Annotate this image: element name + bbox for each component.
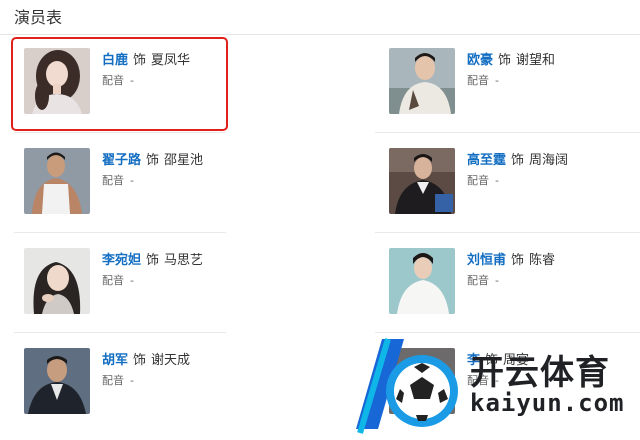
actor-photo[interactable] bbox=[24, 248, 90, 314]
cast-name-line: 欧豪饰谢望和 bbox=[467, 49, 555, 68]
title-divider bbox=[0, 34, 640, 35]
voice-line: 配音 - bbox=[467, 172, 499, 188]
voice-line: 配音 - bbox=[467, 72, 499, 88]
actor-name-link[interactable]: 高至霆 bbox=[467, 153, 506, 168]
role-name: 谢望和 bbox=[516, 53, 556, 68]
role-name: 陈睿 bbox=[529, 253, 556, 268]
actor-photo[interactable] bbox=[389, 248, 455, 314]
cast-name-line: 高至霆饰周海阔 bbox=[467, 149, 568, 168]
actor-photo[interactable] bbox=[24, 148, 90, 214]
actor-photo[interactable] bbox=[389, 148, 455, 214]
as-connector: 饰 bbox=[511, 153, 525, 168]
voice-label: 配音 bbox=[102, 174, 124, 187]
voice-label: 配音 bbox=[102, 374, 124, 387]
as-connector: 饰 bbox=[146, 153, 160, 168]
cast-card[interactable]: 李宛妲饰马思艺 配音 - bbox=[24, 248, 324, 334]
voice-value: - bbox=[130, 374, 134, 387]
watermark: 开云体育 kaiyun.com bbox=[352, 333, 640, 436]
voice-line: 配音 - bbox=[102, 372, 134, 388]
voice-value: - bbox=[495, 74, 499, 87]
cast-card[interactable]: 刘恒甫饰陈睿 配音 - bbox=[389, 248, 640, 334]
actor-name-link[interactable]: 欧豪 bbox=[467, 53, 493, 68]
actor-photo[interactable] bbox=[389, 48, 455, 114]
as-connector: 饰 bbox=[511, 253, 525, 268]
voice-line: 配音 - bbox=[102, 272, 134, 288]
role-name: 周海阔 bbox=[529, 153, 569, 168]
voice-value: - bbox=[130, 174, 134, 187]
voice-value: - bbox=[495, 274, 499, 287]
watermark-url-text: kaiyun.com bbox=[470, 389, 625, 417]
actor-name-link[interactable]: 胡军 bbox=[102, 353, 128, 368]
voice-value: - bbox=[495, 174, 499, 187]
voice-value: - bbox=[130, 274, 134, 287]
cast-name-line: 刘恒甫饰陈睿 bbox=[467, 249, 555, 268]
cast-card[interactable]: 胡军饰谢天成 配音 - bbox=[24, 348, 324, 434]
voice-line: 配音 - bbox=[102, 172, 134, 188]
as-connector: 饰 bbox=[133, 353, 147, 368]
cast-card[interactable]: 翟子路饰邵星池 配音 - bbox=[24, 148, 324, 234]
role-name: 马思艺 bbox=[164, 253, 204, 268]
voice-line: 配音 - bbox=[467, 272, 499, 288]
as-connector: 饰 bbox=[498, 53, 512, 68]
actor-name-link[interactable]: 刘恒甫 bbox=[467, 253, 506, 268]
as-connector: 饰 bbox=[146, 253, 160, 268]
actor-name-link[interactable]: 翟子路 bbox=[102, 153, 141, 168]
actor-name-link[interactable]: 李宛妲 bbox=[102, 253, 141, 268]
page-title: 演员表 bbox=[14, 8, 63, 27]
cast-name-line: 翟子路饰邵星池 bbox=[102, 149, 203, 168]
voice-label: 配音 bbox=[467, 74, 489, 87]
soccer-ball-logo-icon bbox=[352, 333, 464, 436]
voice-label: 配音 bbox=[467, 174, 489, 187]
role-name: 谢天成 bbox=[151, 353, 191, 368]
watermark-brand-text: 开云体育 bbox=[470, 353, 610, 393]
role-name: 邵星池 bbox=[164, 153, 204, 168]
selection-highlight bbox=[11, 37, 228, 131]
voice-label: 配音 bbox=[467, 274, 489, 287]
cast-card[interactable]: 欧豪饰谢望和 配音 - bbox=[389, 48, 640, 134]
cast-name-line: 胡军饰谢天成 bbox=[102, 349, 190, 368]
voice-label: 配音 bbox=[102, 274, 124, 287]
cast-card[interactable]: 高至霆饰周海阔 配音 - bbox=[389, 148, 640, 234]
cast-name-line: 李宛妲饰马思艺 bbox=[102, 249, 203, 268]
actor-photo[interactable] bbox=[24, 348, 90, 414]
